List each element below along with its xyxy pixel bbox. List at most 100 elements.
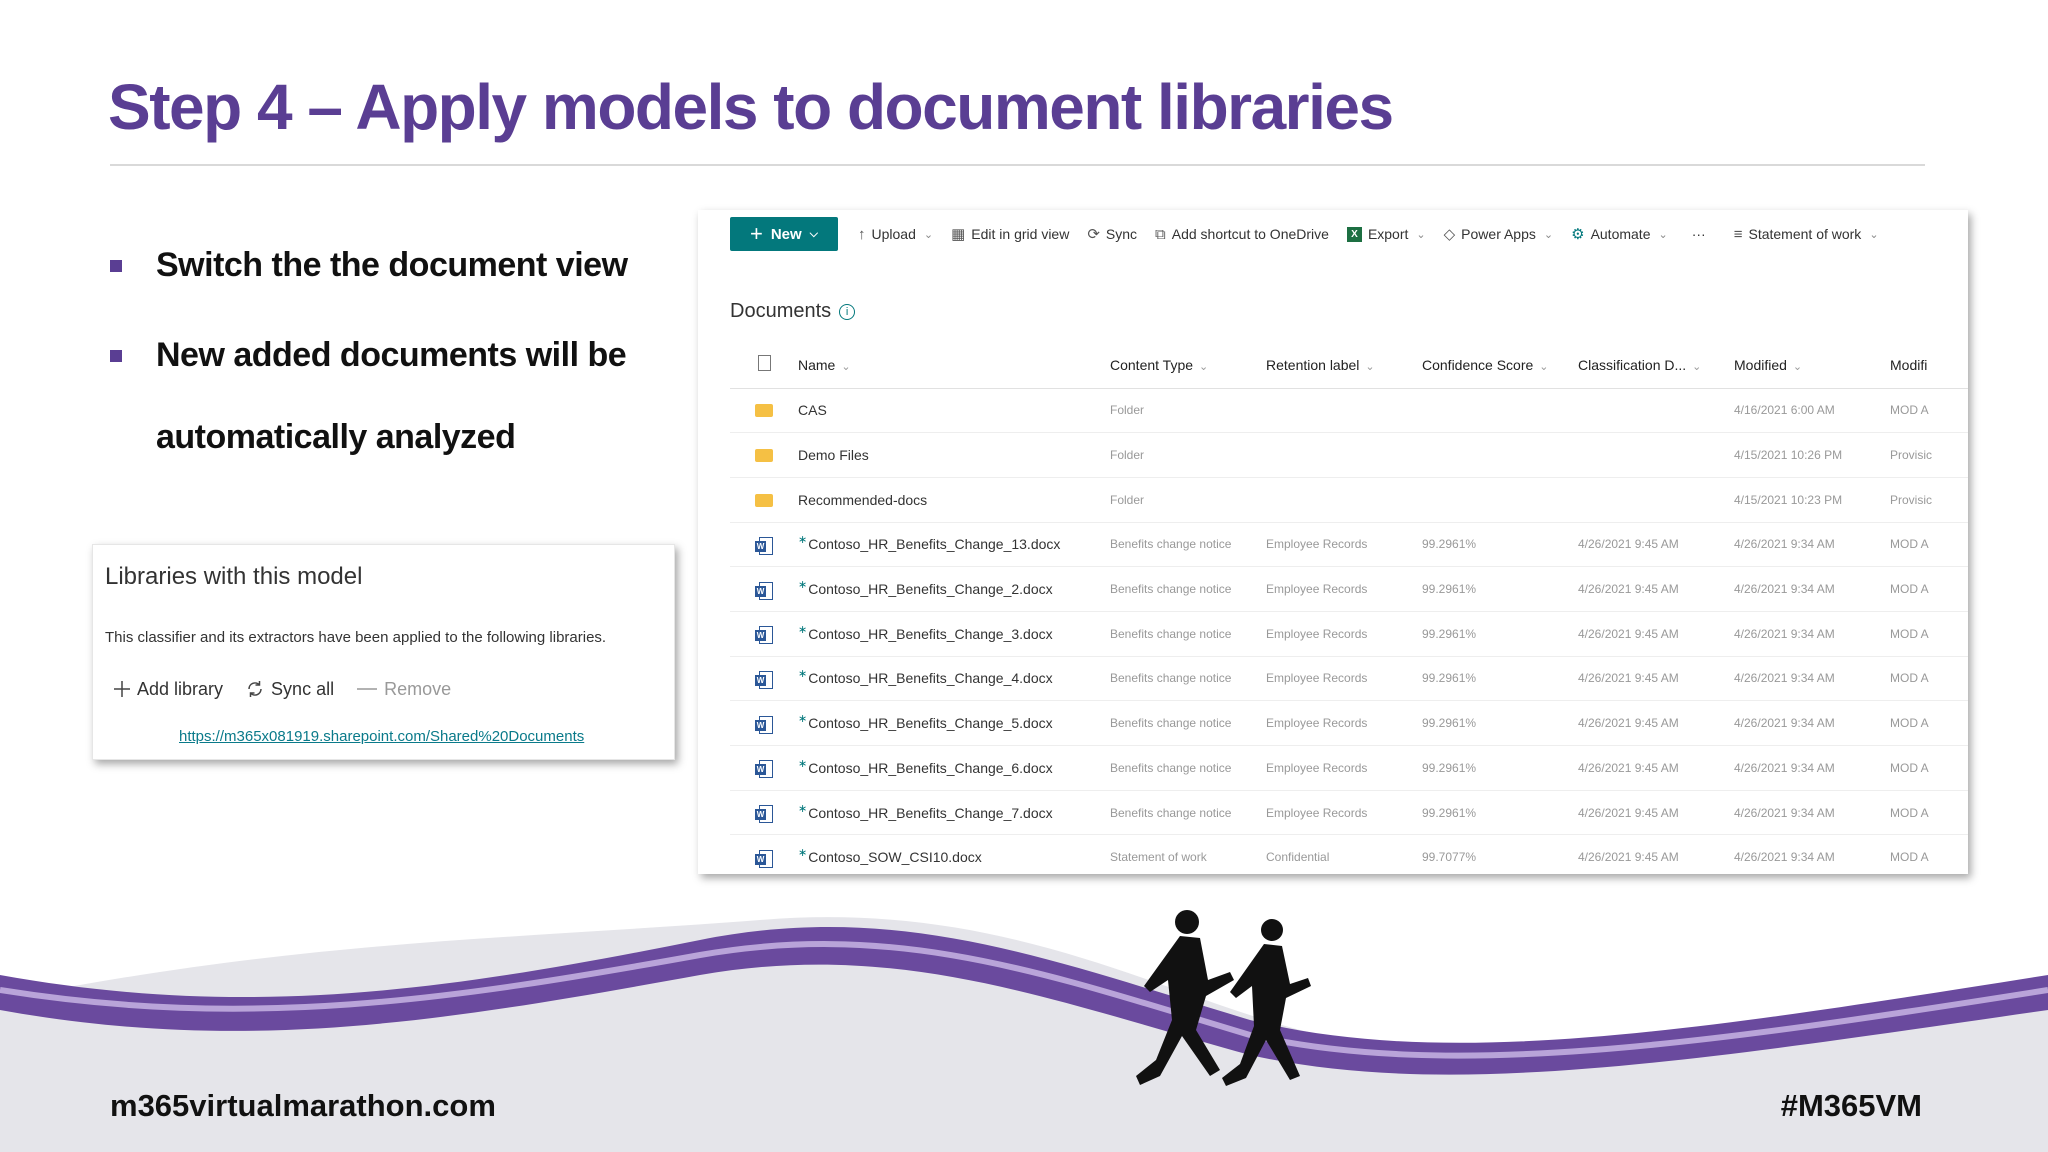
column-header-retention[interactable]: Retention label ⌄ <box>1266 342 1422 389</box>
column-header-label: Modified <box>1734 356 1787 373</box>
column-header-classification[interactable]: Classification D... ⌄ <box>1578 342 1734 389</box>
libraries-actions: Add library Sync all Remove <box>113 675 473 703</box>
automate-button[interactable]: ⚙ Automate ⌄ <box>1571 225 1668 243</box>
column-header-label: Modifi <box>1890 356 1928 373</box>
classification-cell <box>1578 477 1734 523</box>
column-header-label: Retention label <box>1266 356 1360 373</box>
export-button[interactable]: X Export ⌄ <box>1346 226 1426 242</box>
view-list-icon: ≡ <box>1733 225 1743 243</box>
table-row[interactable]: W ∗Contoso_HR_Benefits_Change_4.docx Benef… <box>730 656 1968 702</box>
name-cell[interactable]: Demo Files <box>798 432 1110 478</box>
retention-cell: Employee Records <box>1266 700 1422 746</box>
content-type-cell: Benefits change notice <box>1110 656 1266 702</box>
export-label: Export <box>1367 226 1409 242</box>
name-cell[interactable]: ∗Contoso_HR_Benefits_Change_3.docx <box>798 611 1110 657</box>
file-name: Contoso_SOW_CSI10.docx <box>808 849 982 866</box>
plus-icon: + <box>749 221 763 246</box>
column-header-modified-by[interactable]: Modifi <box>1890 342 1968 389</box>
word-doc-icon: W <box>755 715 773 734</box>
file-name: Contoso_HR_Benefits_Change_3.docx <box>808 625 1053 642</box>
table-row[interactable]: CAS Folder 4/16/2021 6:00 AM MOD A <box>730 388 1968 434</box>
file-type-header[interactable] <box>730 342 798 389</box>
edit-grid-label: Edit in grid view <box>971 226 1070 242</box>
modified-by-cell: Provisic <box>1890 477 1968 523</box>
command-bar: + New ⌵ ↑ Upload ⌄ ▦ Edit in grid view ⟳… <box>698 210 1968 258</box>
table-row[interactable]: W ∗Contoso_HR_Benefits_Change_3.docx Benef… <box>730 611 1968 657</box>
table-row[interactable]: W ∗Contoso_HR_Benefits_Change_6.docx Benef… <box>730 745 1968 791</box>
name-cell[interactable]: ∗Contoso_HR_Benefits_Change_5.docx <box>798 700 1110 746</box>
name-cell[interactable]: ∗Contoso_HR_Benefits_Change_6.docx <box>798 745 1110 791</box>
name-cell[interactable]: ∗Contoso_HR_Benefits_Change_4.docx <box>798 656 1110 702</box>
add-library-button[interactable]: Add library <box>113 679 223 700</box>
table-row[interactable]: W ∗Contoso_HR_Benefits_Change_5.docx Benef… <box>730 700 1968 746</box>
more-button[interactable]: ··· <box>1692 226 1706 242</box>
confidence-cell <box>1422 432 1578 478</box>
bullet-square-icon <box>110 350 122 362</box>
column-header-content-type[interactable]: Content Type ⌄ <box>1110 342 1266 389</box>
name-cell[interactable]: ∗Contoso_HR_Benefits_Change_7.docx <box>798 790 1110 836</box>
modified-cell: 4/26/2021 9:34 AM <box>1734 566 1890 612</box>
file-type-cell <box>730 432 798 478</box>
column-header-label: Classification D... <box>1578 356 1687 373</box>
name-cell[interactable]: ∗Contoso_HR_Benefits_Change_2.docx <box>798 566 1110 612</box>
modified-cell: 4/26/2021 9:34 AM <box>1734 522 1890 568</box>
name-cell[interactable]: CAS <box>798 388 1110 434</box>
content-type-cell: Statement of work <box>1110 834 1266 874</box>
file-type-cell: W <box>730 611 798 657</box>
content-type-cell: Benefits change notice <box>1110 566 1266 612</box>
edit-grid-button[interactable]: ▦ Edit in grid view <box>951 225 1069 243</box>
upload-icon: ↑ <box>858 225 866 243</box>
table-row[interactable]: W ∗Contoso_HR_Benefits_Change_2.docx Benef… <box>730 566 1968 612</box>
confidence-cell <box>1422 388 1578 434</box>
add-shortcut-button[interactable]: ⧉ Add shortcut to OneDrive <box>1155 226 1329 243</box>
name-cell[interactable]: ∗Contoso_SOW_CSI10.docx <box>798 834 1110 874</box>
name-cell[interactable]: Recommended-docs <box>798 477 1110 523</box>
libraries-card: Libraries with this model This classifie… <box>92 544 675 760</box>
table-row[interactable]: W ∗Contoso_SOW_CSI10.docx Statement of wor… <box>730 834 1968 874</box>
name-cell[interactable]: ∗Contoso_HR_Benefits_Change_13.docx <box>798 522 1110 568</box>
new-item-icon: ∗ <box>798 713 808 726</box>
table-row[interactable]: Recommended-docs Folder 4/15/2021 10:23 PM… <box>730 477 1968 523</box>
upload-button[interactable]: ↑ Upload ⌄ <box>858 226 933 243</box>
retention-cell: Confidential <box>1266 834 1422 874</box>
column-header-confidence[interactable]: Confidence Score ⌄ <box>1422 342 1578 389</box>
chevron-down-icon: ⌄ <box>1869 228 1879 241</box>
classification-cell <box>1578 388 1734 434</box>
file-name: Recommended-docs <box>798 491 928 508</box>
sync-button[interactable]: ⟳ Sync <box>1087 225 1137 243</box>
excel-icon: X <box>1346 226 1362 242</box>
column-header-modified[interactable]: Modified ⌄ <box>1734 342 1890 389</box>
chevron-down-icon: ⌄ <box>1792 360 1803 373</box>
new-item-icon: ∗ <box>798 534 808 547</box>
documents-table: Name ⌄ Content Type ⌄ Retention label ⌄ Con… <box>730 342 1968 874</box>
modified-cell: 4/15/2021 10:23 PM <box>1734 477 1890 523</box>
folder-icon <box>755 493 773 507</box>
view-selector[interactable]: ≡ Statement of work ⌄ <box>1734 226 1879 243</box>
table-row[interactable]: W ∗Contoso_HR_Benefits_Change_13.docx Bene… <box>730 522 1968 568</box>
retention-cell: Employee Records <box>1266 522 1422 568</box>
column-header-name[interactable]: Name ⌄ <box>798 342 1110 389</box>
column-header-label: Name <box>798 356 836 373</box>
bullet-text: automatically analyzed <box>156 418 516 456</box>
table-row[interactable]: Demo Files Folder 4/15/2021 10:26 PM Provis… <box>730 432 1968 478</box>
sharepoint-library-panel: + New ⌵ ↑ Upload ⌄ ▦ Edit in grid view ⟳… <box>698 210 1968 874</box>
info-icon[interactable]: i <box>839 303 856 320</box>
remove-button[interactable]: Remove <box>356 679 451 700</box>
library-url-link[interactable]: https://m365x081919.sharepoint.com/Share… <box>179 728 584 745</box>
power-apps-button[interactable]: ◇ Power Apps ⌄ <box>1444 225 1553 243</box>
file-type-cell: W <box>730 790 798 836</box>
modified-cell: 4/26/2021 9:34 AM <box>1734 790 1890 836</box>
word-doc-icon: W <box>755 849 773 868</box>
file-name: Contoso_HR_Benefits_Change_13.docx <box>808 536 1061 553</box>
classification-cell: 4/26/2021 9:45 AM <box>1578 656 1734 702</box>
chevron-down-icon: ⌄ <box>841 360 851 373</box>
chevron-down-icon: ⌄ <box>1416 228 1426 241</box>
table-row[interactable]: W ∗Contoso_HR_Benefits_Change_7.docx Benef… <box>730 790 1968 836</box>
modified-cell: 4/16/2021 6:00 AM <box>1734 388 1890 434</box>
new-button[interactable]: + New ⌵ <box>730 217 838 251</box>
sync-all-button[interactable]: Sync all <box>245 679 334 700</box>
shortcut-icon: ⧉ <box>1155 225 1166 243</box>
footer-website: m365virtualmarathon.com <box>110 1088 496 1123</box>
file-type-cell: W <box>730 566 798 612</box>
power-apps-icon: ◇ <box>1443 226 1456 243</box>
